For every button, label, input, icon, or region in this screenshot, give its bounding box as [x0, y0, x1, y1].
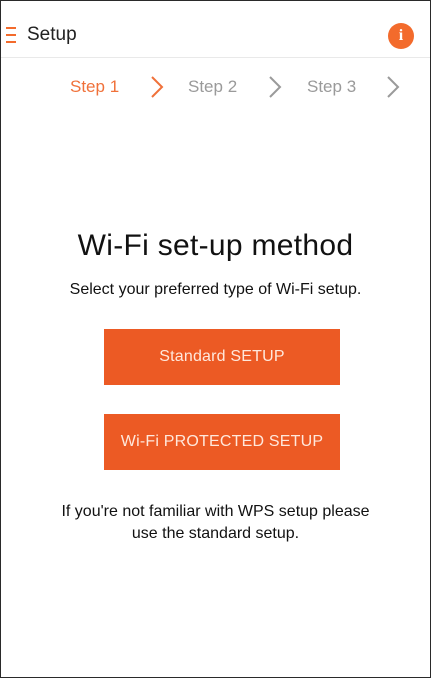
standard-setup-button[interactable]: Standard SETUP: [104, 329, 340, 385]
chevron-right-icon: [151, 76, 164, 98]
wifi-setup-heading: Wi-Fi set-up method: [77, 229, 354, 262]
hamburger-menu-icon[interactable]: [6, 26, 28, 44]
wifi-setup-subheading: Select your preferred type of Wi-Fi setu…: [69, 281, 362, 298]
app-header: Setup i: [1, 1, 430, 58]
step-progress-bar: Step 1 Step 2 Step 3: [1, 69, 430, 105]
chevron-right-icon: [269, 76, 282, 98]
page-title: Setup: [27, 24, 77, 45]
chevron-right-icon: [387, 76, 400, 98]
step-1-label: Step 1: [70, 77, 120, 96]
wps-help-note: If you're not familiar with WPS setup pl…: [61, 503, 370, 542]
step-3-label: Step 3: [307, 77, 357, 96]
info-icon[interactable]: i: [388, 23, 414, 49]
app-screen: Setup i Step 1 Step 2 Step 3 Wi-Fi set-u…: [0, 0, 431, 678]
wps-setup-button[interactable]: Wi-Fi PROTECTED SETUP: [104, 414, 340, 470]
step-2-label: Step 2: [188, 77, 238, 96]
